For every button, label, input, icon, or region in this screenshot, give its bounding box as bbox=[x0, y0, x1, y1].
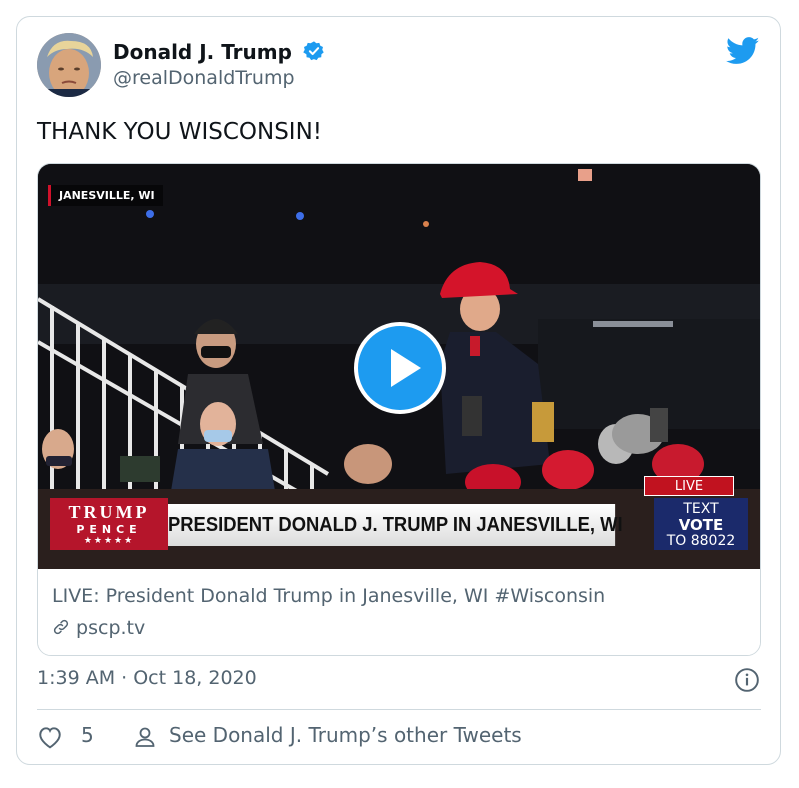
divider bbox=[37, 709, 761, 710]
heart-icon[interactable] bbox=[37, 725, 63, 754]
logo-stars: ★★★★★ bbox=[83, 536, 135, 546]
play-button[interactable] bbox=[354, 322, 446, 414]
location-badge: JANESVILLE, WI bbox=[48, 185, 163, 206]
verified-badge-icon bbox=[303, 40, 325, 68]
media-card[interactable]: JANESVILLE, WI LIVE TRUMP PENCE ★★★★★ PR… bbox=[37, 163, 761, 656]
play-icon bbox=[391, 349, 421, 387]
vote-line-3: TO 88022 bbox=[666, 533, 736, 549]
info-icon[interactable] bbox=[734, 667, 760, 697]
live-tag: LIVE bbox=[644, 476, 734, 496]
headline-banner: PRESIDENT DONALD J. TRUMP IN JANESVILLE,… bbox=[168, 504, 623, 546]
author-name[interactable]: Donald J. Trump bbox=[113, 39, 325, 68]
author-handle[interactable]: @realDonaldTrump bbox=[113, 67, 295, 89]
lower-third-graphic: TRUMP PENCE ★★★★★ PRESIDENT DONALD J. TR… bbox=[50, 498, 748, 550]
link-card-title[interactable]: LIVE: President Donald Trump in Janesvil… bbox=[52, 585, 605, 607]
twitter-bird-icon[interactable] bbox=[725, 37, 760, 69]
link-domain-text[interactable]: pscp.tv bbox=[76, 617, 145, 639]
link-card-meta[interactable]: LIVE: President Donald Trump in Janesvil… bbox=[38, 569, 760, 655]
like-count: 5 bbox=[81, 723, 94, 747]
logo-top-text: TRUMP bbox=[68, 502, 150, 522]
logo-bottom-text: PENCE bbox=[76, 523, 142, 536]
link-icon bbox=[52, 617, 76, 639]
link-card-domain[interactable]: pscp.tv bbox=[52, 617, 145, 639]
campaign-logo: TRUMP PENCE ★★★★★ bbox=[50, 498, 168, 550]
author-name-text[interactable]: Donald J. Trump bbox=[113, 40, 292, 64]
other-tweets-link[interactable]: See Donald J. Trump’s other Tweets bbox=[169, 723, 522, 747]
vote-line-2: VOTE bbox=[678, 516, 724, 534]
tweet-card: Donald J. Trump @realDonaldTrump THANK Y… bbox=[16, 16, 781, 765]
tweet-text: THANK YOU WISCONSIN! bbox=[37, 119, 323, 145]
video-player[interactable]: JANESVILLE, WI LIVE TRUMP PENCE ★★★★★ PR… bbox=[38, 164, 760, 569]
tweet-timestamp[interactable]: 1:39 AM · Oct 18, 2020 bbox=[37, 667, 257, 689]
text-vote-box: TEXT VOTE TO 88022 bbox=[654, 498, 748, 550]
vote-line-1: TEXT bbox=[683, 501, 719, 517]
avatar[interactable] bbox=[37, 33, 101, 97]
user-icon[interactable] bbox=[133, 725, 157, 754]
